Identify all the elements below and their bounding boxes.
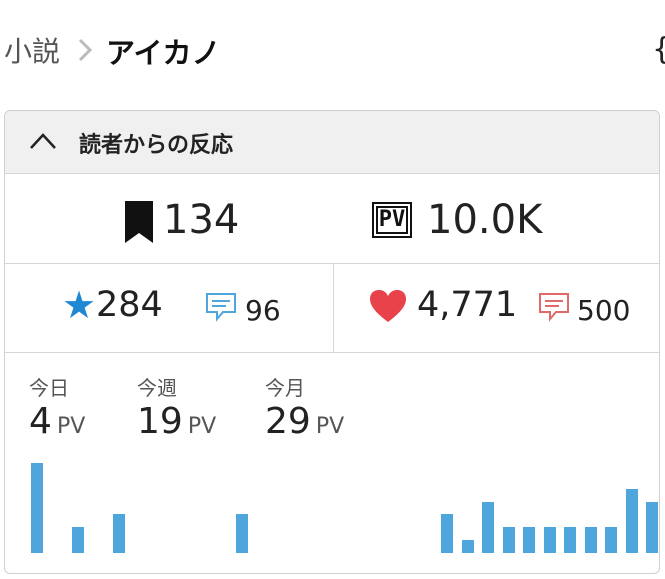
pv-bar xyxy=(543,527,556,553)
star-count: 284 xyxy=(96,285,163,325)
period-week: 19 PV xyxy=(137,401,216,442)
chevron-up-icon[interactable] xyxy=(29,131,57,151)
comment-icon xyxy=(539,293,569,322)
breadcrumb-current: アイカノ xyxy=(106,36,221,70)
bookmark-count: 134 xyxy=(163,197,240,243)
period-month-label: 今月 xyxy=(265,376,305,400)
pv-bar xyxy=(461,540,474,553)
divider xyxy=(5,263,659,264)
period-month-unit: PV xyxy=(315,414,345,439)
divider xyxy=(333,264,334,352)
period-week-label: 今週 xyxy=(137,376,177,400)
period-month: 29 PV xyxy=(265,401,344,442)
daily-pv-chart xyxy=(31,463,658,553)
heart-icon xyxy=(370,290,406,322)
pv-bar xyxy=(482,501,494,553)
bookmark-icon xyxy=(125,201,153,243)
period-week-value: 19 xyxy=(137,401,183,442)
pv-bar xyxy=(584,527,597,553)
panel-title: 読者からの反応 xyxy=(79,133,234,158)
pv-bar xyxy=(236,514,248,553)
pv-bar xyxy=(646,501,658,553)
pv-bar xyxy=(523,527,535,553)
reader-reactions-panel: 読者からの反応 134 PV 10.0K ★ 284 96 4,771 500 … xyxy=(4,110,660,574)
pv-bar xyxy=(113,514,125,553)
pv-icon: PV xyxy=(372,202,412,238)
period-today-label: 今日 xyxy=(29,376,69,400)
period-today-unit: PV xyxy=(57,414,86,439)
panel-header[interactable]: 読者からの反応 xyxy=(5,111,659,174)
comment-count: 500 xyxy=(577,294,631,327)
pv-total-count: 10.0K xyxy=(427,197,543,243)
period-week-unit: PV xyxy=(187,414,217,439)
pv-bar xyxy=(502,527,515,553)
divider xyxy=(5,352,659,353)
breadcrumb-parent[interactable]: 小説 xyxy=(4,30,60,70)
review-count: 96 xyxy=(245,294,281,327)
pv-bar xyxy=(625,488,638,553)
period-today: 4 PV xyxy=(29,401,85,442)
period-month-value: 29 xyxy=(265,401,311,442)
pv-bar xyxy=(72,527,84,553)
pv-bar xyxy=(564,527,576,553)
chevron-right-icon xyxy=(78,38,93,62)
pv-bar xyxy=(441,514,453,553)
pv-bar xyxy=(605,527,617,553)
period-today-value: 4 xyxy=(29,401,52,442)
heart-count: 4,771 xyxy=(417,285,518,325)
pv-bar xyxy=(31,463,43,553)
review-icon xyxy=(206,293,236,322)
settings-icon[interactable]: { xyxy=(652,32,665,67)
star-icon: ★ xyxy=(62,283,97,327)
